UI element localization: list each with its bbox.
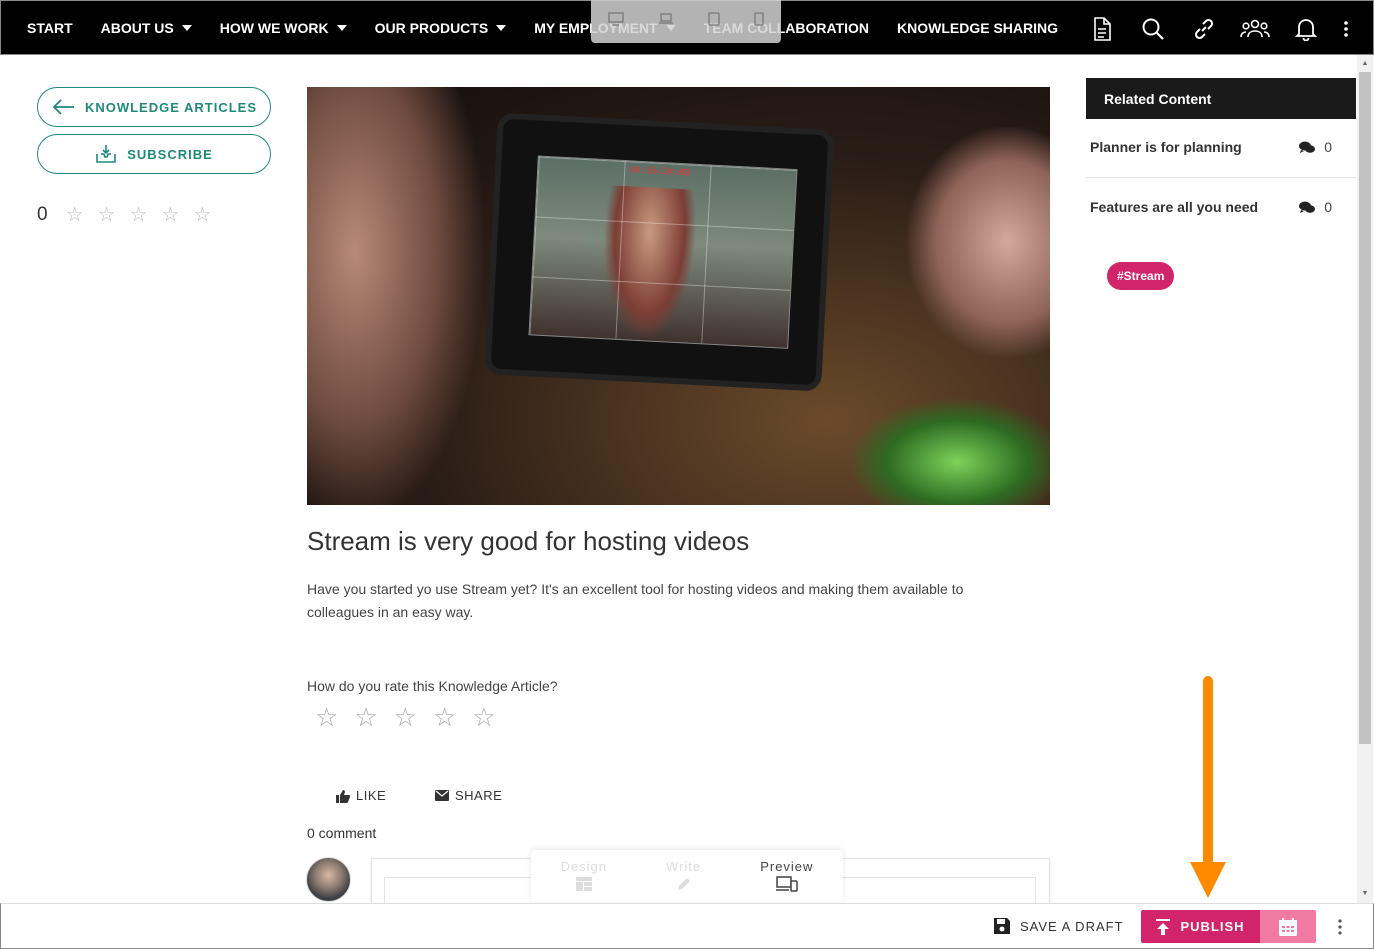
star-icon[interactable]: ☆ xyxy=(315,704,338,730)
nav-our-products-label: OUR PRODUCTS xyxy=(374,19,489,36)
schedule-publish-button[interactable] xyxy=(1260,910,1316,943)
nav-icon-group xyxy=(1086,1,1351,56)
document-icon[interactable] xyxy=(1086,14,1117,44)
mode-write-label: Write xyxy=(666,859,702,874)
phone-icon[interactable] xyxy=(754,12,764,31)
star-icon[interactable]: ☆ xyxy=(472,704,495,730)
camera-monitor: 04:16:24:08 xyxy=(490,118,829,386)
star-icon: ☆ xyxy=(97,204,116,226)
related-item-count: 0 xyxy=(1324,199,1332,215)
knowledge-articles-back-button[interactable]: KNOWLEDGE ARTICLES xyxy=(37,87,271,127)
star-icon: ☆ xyxy=(193,204,212,226)
mode-preview-label: Preview xyxy=(760,859,814,874)
star-icon[interactable]: ☆ xyxy=(394,704,417,730)
calendar-icon xyxy=(1279,917,1297,936)
tag-stream[interactable]: #Stream xyxy=(1107,262,1175,290)
mode-design-label: Design xyxy=(560,859,607,874)
camera-screen-glow xyxy=(847,397,1050,505)
avatar xyxy=(306,857,351,902)
nav-about-us[interactable]: ABOUT US xyxy=(87,0,206,55)
mode-preview[interactable]: Preview xyxy=(760,850,813,902)
inbox-download-icon xyxy=(96,145,117,163)
related-item-count: 0 xyxy=(1324,139,1332,155)
annotation-arrow-shaft xyxy=(1203,676,1213,868)
rate-question: How do you rate this Knowledge Article? xyxy=(307,678,558,694)
nav-about-us-label: ABOUT US xyxy=(100,19,174,36)
mode-design[interactable]: Design xyxy=(561,850,607,902)
chevron-down-icon xyxy=(336,24,347,31)
nav-start[interactable]: START xyxy=(1,0,87,55)
annotation-arrow-head xyxy=(1190,862,1226,898)
pencil-icon xyxy=(677,878,690,890)
tablet-icon[interactable] xyxy=(708,12,720,31)
scrollbar-thumb[interactable] xyxy=(1359,72,1371,744)
average-rating: 0 ☆ ☆ ☆ ☆ ☆ xyxy=(37,204,225,226)
nav-knowledge-sharing[interactable]: KNOWLEDGE SHARING xyxy=(883,0,1072,55)
rating-input: ☆ ☆ ☆ ☆ ☆ xyxy=(315,704,512,730)
editor-mode-switcher: Design Write Preview xyxy=(531,850,843,902)
device-preview-bar xyxy=(591,0,781,43)
chevron-down-icon xyxy=(496,24,507,31)
comments-icon xyxy=(1299,141,1316,153)
scroll-up-icon[interactable]: ▲ xyxy=(1360,60,1370,68)
thumbs-up-icon xyxy=(336,789,350,803)
laptop-icon[interactable] xyxy=(658,12,674,31)
rating-value: 0 xyxy=(37,204,48,225)
related-content-heading: Related Content xyxy=(1086,78,1356,119)
monitor-grid xyxy=(529,156,797,348)
knowledge-articles-label: KNOWLEDGE ARTICLES xyxy=(84,99,258,115)
share-button[interactable]: SHARE xyxy=(435,788,502,803)
article-title: Stream is very good for hosting videos xyxy=(307,526,750,556)
bell-icon[interactable] xyxy=(1290,14,1321,44)
search-icon[interactable] xyxy=(1137,14,1168,44)
more-vert-icon[interactable] xyxy=(1333,916,1347,938)
nav-our-products[interactable]: OUR PRODUCTS xyxy=(361,0,521,55)
bottom-action-bar: SAVE A DRAFT PUBLISH xyxy=(0,903,1374,949)
scroll-down-icon[interactable]: ▼ xyxy=(1360,890,1370,898)
nav-start-label: START xyxy=(27,19,73,36)
upload-icon xyxy=(1156,918,1171,935)
star-icon: ☆ xyxy=(65,204,84,226)
like-label: LIKE xyxy=(356,788,387,803)
nav-how-we-work[interactable]: HOW WE WORK xyxy=(206,0,361,55)
comment-count-badge: 0 xyxy=(1299,139,1332,155)
mode-write[interactable]: Write xyxy=(666,850,701,902)
save-draft-button[interactable]: SAVE A DRAFT xyxy=(993,914,1124,938)
save-icon xyxy=(994,918,1010,934)
people-icon[interactable] xyxy=(1239,14,1270,44)
chevron-down-icon xyxy=(181,24,192,31)
article-body: Have you started yo use Stream yet? It's… xyxy=(307,581,964,620)
desktop-icon[interactable] xyxy=(608,12,624,31)
related-item-title: Features are all you need xyxy=(1090,199,1259,215)
link-icon[interactable] xyxy=(1188,14,1219,44)
foreground-blur xyxy=(307,87,487,505)
mail-icon xyxy=(435,790,449,801)
comment-count-badge: 0 xyxy=(1299,199,1332,215)
related-item-title: Planner is for planning xyxy=(1090,139,1242,155)
save-draft-label: SAVE A DRAFT xyxy=(1020,918,1124,934)
star-icon: ☆ xyxy=(129,204,148,226)
star-icon[interactable]: ☆ xyxy=(433,704,456,730)
comments-icon xyxy=(1299,201,1316,213)
devices-icon xyxy=(775,876,798,892)
share-label: SHARE xyxy=(455,788,503,803)
related-item[interactable]: Features are all you need 0 xyxy=(1086,178,1356,236)
star-icon[interactable]: ☆ xyxy=(354,704,377,730)
publish-button[interactable]: PUBLISH xyxy=(1141,910,1260,943)
arrow-left-icon xyxy=(52,99,74,115)
monitor-screen: 04:16:24:08 xyxy=(528,155,798,349)
comment-count: 0 comment xyxy=(307,825,377,841)
star-icon: ☆ xyxy=(161,204,180,226)
subscribe-label: SUBSCRIBE xyxy=(127,146,213,162)
layout-grid-icon xyxy=(575,877,592,891)
more-vert-icon[interactable] xyxy=(1341,14,1351,44)
nav-knowledge-sharing-label: KNOWLEDGE SHARING xyxy=(897,19,1058,36)
article-hero-image: 04:16:24:08 xyxy=(307,87,1050,505)
publish-label: PUBLISH xyxy=(1180,919,1245,934)
subscribe-button[interactable]: SUBSCRIBE xyxy=(37,134,271,174)
nav-how-we-work-label: HOW WE WORK xyxy=(219,19,329,36)
related-item[interactable]: Planner is for planning 0 xyxy=(1086,118,1356,176)
hand-blur xyxy=(907,127,1050,357)
like-button[interactable]: LIKE xyxy=(335,788,386,803)
